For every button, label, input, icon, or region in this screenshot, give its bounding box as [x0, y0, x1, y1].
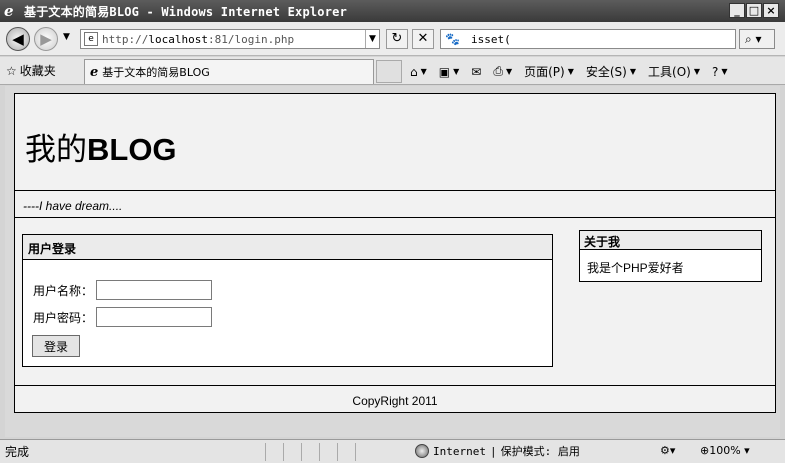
url-host: localhost: [148, 32, 208, 46]
favorites-label: 收藏夹: [19, 64, 56, 78]
status-segment: [337, 442, 355, 461]
blog-page: 我的BLOG ----I have dream.... 用户登录 用户名称： 用…: [14, 93, 776, 413]
url-path: :81/login.php: [207, 32, 295, 46]
password-input[interactable]: [96, 307, 212, 327]
password-label: 用户密码：: [33, 310, 94, 325]
zoom-level: 100%: [709, 444, 741, 457]
security-zone[interactable]: Internet | 保护模式: 启用: [415, 443, 580, 459]
url-scheme: http://: [102, 32, 149, 46]
window-controls: _ □ ×: [729, 3, 779, 18]
about-text: 我是个PHP爱好者: [587, 261, 684, 275]
content-viewport: 我的BLOG ----I have dream.... 用户登录 用户名称： 用…: [5, 86, 780, 437]
search-box[interactable]: 🐾 isset(: [440, 29, 736, 49]
zone-separator: |: [489, 444, 497, 458]
status-segment: [301, 442, 319, 461]
zone-label: Internet: [433, 444, 486, 458]
login-button[interactable]: 登录: [32, 335, 80, 357]
blog-title-cn: 我的: [25, 132, 87, 167]
address-url: http://localhost:81/login.php: [102, 33, 294, 46]
new-tab-button[interactable]: [376, 60, 402, 83]
print-button[interactable]: ⎙ ▼: [493, 64, 512, 79]
window-title: 基于文本的简易BLOG - Windows Internet Explorer: [24, 4, 347, 19]
zoom-icon: ⊕: [700, 444, 710, 457]
stop-button[interactable]: ✕: [412, 29, 434, 49]
search-icon: ⌕: [745, 32, 752, 46]
status-segment: [283, 442, 301, 461]
tools-menu-label: 工具(O): [648, 65, 691, 79]
maximize-button[interactable]: □: [746, 3, 762, 18]
status-segment: [319, 442, 337, 461]
status-text: 完成: [5, 445, 30, 459]
zoom-control[interactable]: ⊕100% ▾: [700, 444, 750, 457]
navigation-bar: ◀ ▶ ▼ e http://localhost:81/login.php ▼ …: [0, 22, 785, 56]
address-dropdown-icon[interactable]: ▼: [365, 30, 379, 48]
minimize-button[interactable]: _: [729, 3, 745, 18]
protected-mode-label: 保护模式: 启用: [500, 445, 580, 458]
help-button[interactable]: ? ▼: [712, 65, 728, 79]
about-heading: 关于我: [580, 231, 761, 250]
blog-header: 我的BLOG: [15, 94, 775, 191]
safety-menu-label: 安全(S): [585, 65, 627, 79]
printer-icon: ⎙: [493, 64, 503, 78]
search-button[interactable]: ⌕ ▾: [739, 29, 775, 49]
page-menu-label: 页面(P): [524, 65, 565, 79]
window-title-bar: e 基于文本的简易BLOG - Windows Internet Explore…: [0, 0, 785, 22]
ie-logo-icon: e: [4, 2, 14, 20]
page-menu[interactable]: 页面(P) ▼: [524, 63, 574, 80]
username-input[interactable]: [96, 280, 212, 300]
status-tools-icon[interactable]: ⚙▾: [660, 444, 675, 457]
tools-menu[interactable]: 工具(O) ▼: [648, 63, 700, 80]
blog-title: 我的BLOG: [25, 124, 177, 169]
tab-title: 基于文本的简易BLOG: [102, 66, 210, 79]
login-heading: 用户登录: [23, 235, 552, 260]
command-bar: ⌂ ▼ ▣ ▼ ✉ ⎙ ▼ 页面(P) ▼ 安全(S) ▼ 工具(O) ▼ ? ▼: [410, 63, 740, 80]
password-row: 用户密码：: [33, 307, 212, 327]
home-button[interactable]: ⌂ ▼: [410, 65, 427, 79]
star-icon: ☆: [6, 63, 17, 78]
recent-pages-dropdown-icon[interactable]: ▼: [63, 32, 70, 42]
blog-motto: ----I have dream....: [15, 192, 775, 218]
search-input[interactable]: isset(: [471, 33, 511, 46]
feeds-button[interactable]: ▣ ▼: [439, 65, 460, 79]
address-bar[interactable]: e http://localhost:81/login.php ▼: [80, 29, 380, 49]
browser-tab[interactable]: e 基于文本的简易BLOG: [84, 59, 374, 84]
safety-menu[interactable]: 安全(S) ▼: [586, 63, 636, 80]
home-icon: ⌂: [410, 64, 418, 79]
rss-icon: ▣: [438, 64, 451, 79]
login-panel: 用户登录 用户名称： 用户密码： 登录: [22, 234, 553, 367]
blog-footer: CopyRight 2011: [15, 385, 775, 412]
back-button[interactable]: ◀: [6, 27, 30, 51]
read-mail-button[interactable]: ✉: [471, 65, 481, 79]
status-bar: 完成 Internet | 保护模式: 启用 ⚙▾ ⊕100% ▾: [0, 439, 785, 463]
refresh-button[interactable]: ↻: [386, 29, 408, 49]
username-row: 用户名称：: [33, 280, 212, 300]
status-segment: [355, 442, 373, 461]
page-icon: e: [84, 32, 98, 46]
blog-title-en: BLOG: [87, 132, 177, 167]
about-panel: 关于我 我是个PHP爱好者: [579, 230, 762, 282]
username-label: 用户名称：: [33, 283, 94, 298]
close-button[interactable]: ×: [763, 3, 779, 18]
ie-tab-icon: e: [90, 64, 99, 80]
mail-icon: ✉: [471, 64, 482, 79]
favorites-button[interactable]: ☆ 收藏夹: [6, 62, 56, 79]
status-segment: [265, 442, 283, 461]
favorites-bar: ☆ 收藏夹 e 基于文本的简易BLOG ⌂ ▼ ▣ ▼ ✉ ⎙ ▼ 页面(P) ▼ 安全…: [0, 57, 785, 85]
globe-icon: [415, 444, 429, 458]
search-provider-icon: 🐾: [445, 32, 460, 46]
forward-button[interactable]: ▶: [34, 27, 58, 51]
help-icon: ?: [711, 64, 719, 79]
